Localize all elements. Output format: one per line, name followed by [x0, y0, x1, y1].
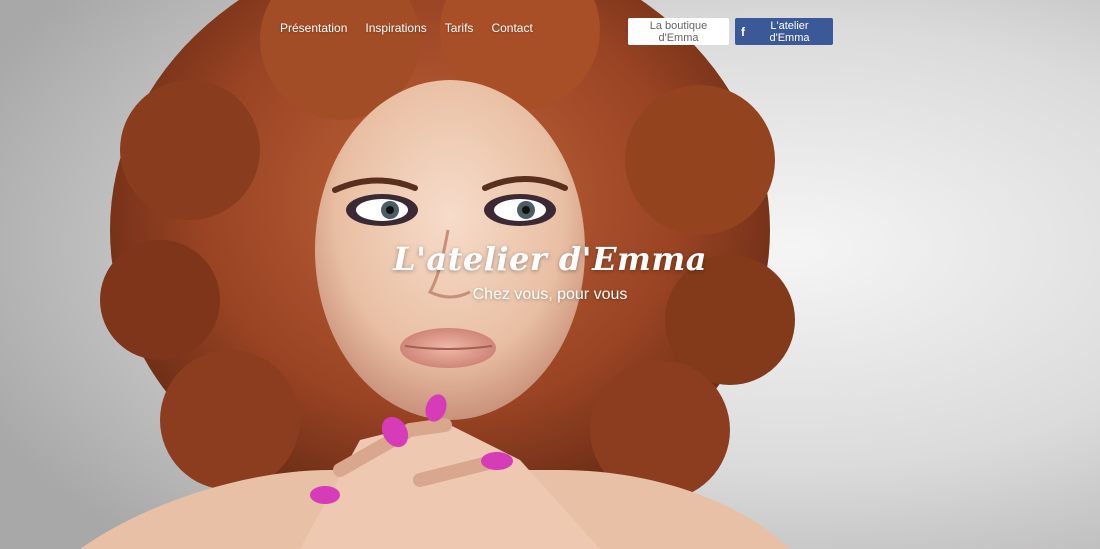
nav-item-presentation[interactable]: Présentation	[280, 21, 347, 35]
facebook-button[interactable]: f L'atelier d'Emma	[735, 18, 833, 45]
hero-section: Présentation Inspirations Tarifs Contact…	[0, 0, 1100, 549]
main-navigation: Présentation Inspirations Tarifs Contact	[280, 21, 551, 35]
nav-item-tarifs[interactable]: Tarifs	[445, 21, 474, 35]
hero-title: L'atelier d'Emma	[393, 240, 707, 278]
hero-subtitle: Chez vous, pour vous	[472, 286, 628, 303]
boutique-button-label: La boutique d'Emma	[649, 19, 708, 44]
boutique-button[interactable]: La boutique d'Emma	[628, 18, 729, 45]
facebook-icon: f	[741, 24, 745, 39]
nav-item-inspirations[interactable]: Inspirations	[365, 21, 426, 35]
nav-item-contact[interactable]: Contact	[491, 21, 532, 35]
facebook-button-label: L'atelier d'Emma	[769, 19, 810, 44]
